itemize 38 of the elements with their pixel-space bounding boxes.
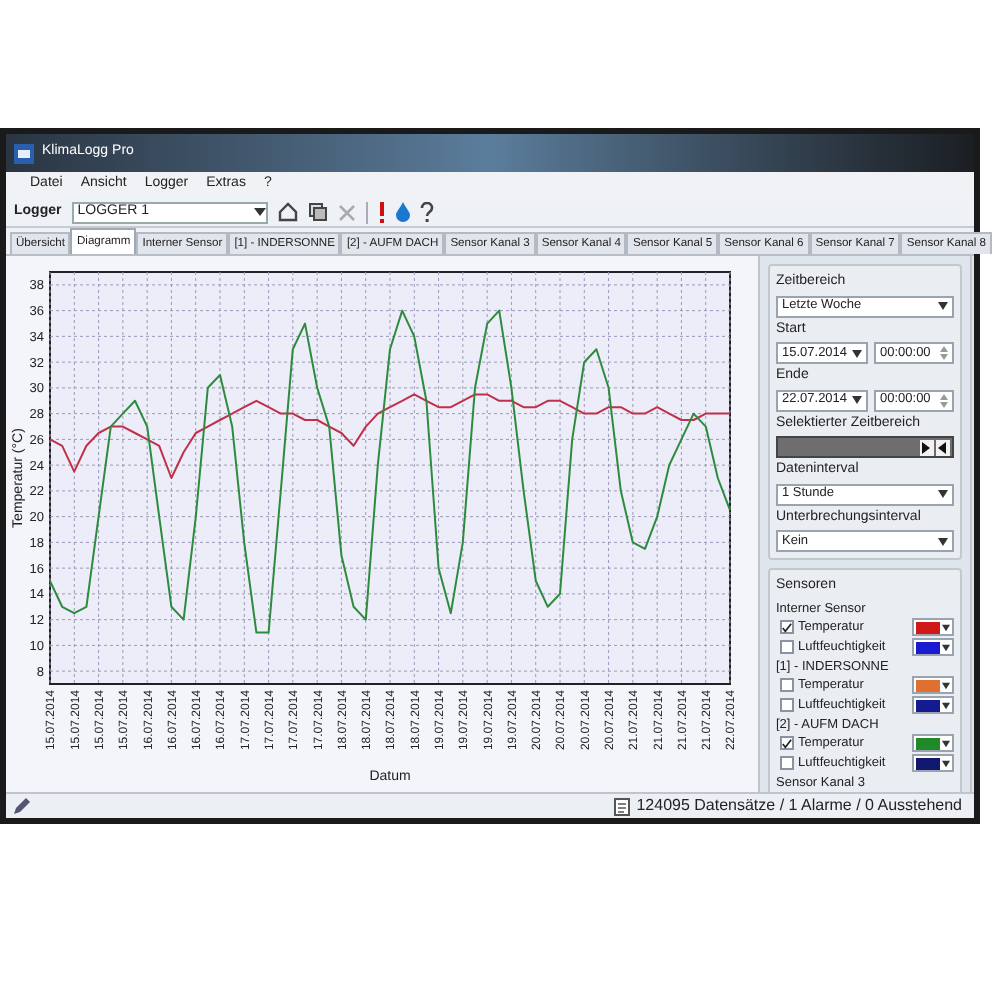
caret-icon	[852, 349, 862, 357]
color-picker[interactable]	[912, 754, 954, 772]
caret-icon	[253, 208, 266, 216]
checkbox[interactable]	[780, 620, 794, 634]
caret-icon	[852, 396, 862, 404]
app-icon	[14, 143, 34, 163]
range-selector[interactable]	[776, 436, 954, 458]
caret-icon	[942, 701, 950, 709]
color-picker[interactable]	[912, 618, 954, 636]
color-picker[interactable]	[912, 676, 954, 694]
document-icon	[614, 797, 631, 815]
copy-icon[interactable]	[307, 202, 328, 222]
pencil-icon	[14, 798, 30, 814]
help-icon[interactable]	[419, 201, 434, 223]
right-arrow-icon[interactable]	[920, 439, 934, 455]
checkbox[interactable]	[780, 640, 794, 654]
drop-icon[interactable]	[395, 202, 410, 222]
color-picker[interactable]	[912, 734, 954, 752]
spinner-icon[interactable]	[940, 393, 948, 407]
caret-icon	[938, 537, 948, 545]
left-arrow-icon[interactable]	[936, 439, 950, 455]
checkbox[interactable]	[780, 698, 794, 712]
checkbox[interactable]	[780, 678, 794, 692]
caret-icon	[942, 623, 950, 631]
spinner-icon[interactable]	[940, 346, 948, 360]
color-picker[interactable]	[912, 696, 954, 714]
caret-icon	[938, 490, 948, 498]
status-text: 124095 Datensätze / 1 Alarme / 0 Ausstehend	[636, 794, 962, 818]
caret-icon	[942, 739, 950, 747]
color-picker[interactable]	[912, 638, 954, 656]
caret-icon	[942, 759, 950, 767]
scrollbar[interactable]	[970, 256, 974, 792]
alarm-icon[interactable]	[377, 201, 386, 223]
checkbox[interactable]	[780, 756, 794, 770]
caret-icon	[942, 681, 950, 689]
caret-icon	[942, 643, 950, 651]
checkbox[interactable]	[780, 736, 794, 750]
caret-icon	[938, 302, 948, 310]
